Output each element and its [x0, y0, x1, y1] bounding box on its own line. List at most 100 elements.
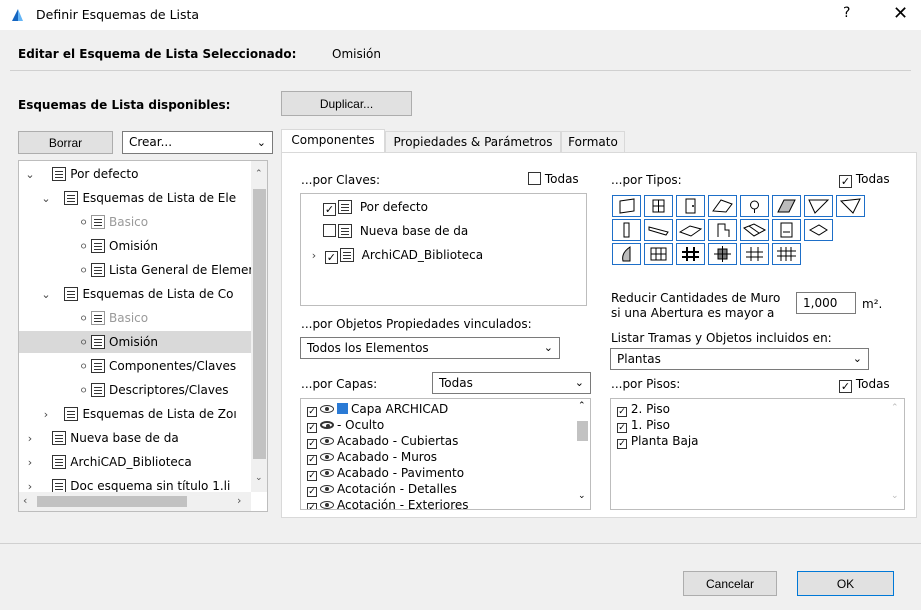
pisos-todas-checkbox[interactable]: ✓ Todas: [839, 377, 890, 393]
grid-type-icon[interactable]: [772, 243, 801, 265]
layer-item[interactable]: ✓ Acabado - Pavimento: [307, 465, 464, 481]
scrollbar-thumb[interactable]: [37, 496, 187, 507]
tree-item[interactable]: ⚪ Componentes/Claves: [79, 355, 236, 377]
story-item[interactable]: ✓ 2. Piso: [617, 401, 670, 417]
tree-item[interactable]: › Esquemas de Lista de Zoı: [39, 403, 237, 425]
scroll-right-icon[interactable]: ›: [237, 494, 241, 507]
scroll-down-icon[interactable]: ⌄: [578, 491, 586, 501]
cw-frame-type-icon[interactable]: [644, 243, 673, 265]
layer-item[interactable]: ✓ Acotación - Exteriores: [307, 497, 469, 509]
layer-item[interactable]: ✓ Acabado - Muros: [307, 449, 437, 465]
checkbox-checked[interactable]: ✓: [307, 487, 317, 497]
scroll-down-icon[interactable]: ⌄: [255, 473, 263, 483]
capas-dropdown[interactable]: Todas ⌄: [432, 372, 591, 394]
eye-icon[interactable]: [320, 485, 334, 493]
eye-icon[interactable]: [320, 405, 334, 413]
door-type-icon[interactable]: [676, 195, 705, 217]
cw-panel-type-icon[interactable]: [676, 243, 705, 265]
layer-item[interactable]: ✓ Acotación - Detalles: [307, 481, 457, 497]
schema-tree[interactable]: ⌄ Por defecto ⌄ Esquemas de Lista de Ele…: [18, 160, 268, 512]
ok-button[interactable]: OK: [797, 571, 894, 596]
tree-item-selected[interactable]: ⚪ Omisión: [19, 331, 251, 353]
mesh-type-icon[interactable]: [740, 219, 769, 241]
tab-formato[interactable]: Formato: [561, 131, 625, 153]
tree-item[interactable]: ⌄ Esquemas de Lista de Ele: [39, 187, 236, 209]
eye-icon[interactable]: [320, 501, 334, 509]
tree-item[interactable]: ⚪ Basico: [79, 307, 148, 329]
checkbox-checked[interactable]: ✓: [839, 175, 852, 188]
close-button[interactable]: ✕: [893, 3, 908, 24]
shell-type-icon[interactable]: [804, 195, 833, 217]
objetos-dropdown[interactable]: Todos los Elementos ⌄: [300, 337, 560, 359]
claves-todas-checkbox[interactable]: Todas: [528, 172, 579, 186]
tipos-todas-checkbox[interactable]: ✓ Todas: [839, 172, 890, 188]
column-type-icon[interactable]: [612, 219, 641, 241]
list-item[interactable]: › ✓ ArchiCAD_Biblioteca: [307, 244, 483, 266]
layer-item[interactable]: ✓ Acabado - Cubiertas: [307, 433, 458, 449]
list-item[interactable]: ✓ Por defecto: [323, 196, 428, 218]
checkbox-checked[interactable]: ✓: [839, 380, 852, 393]
slab-type-icon[interactable]: [676, 219, 705, 241]
checkbox-checked[interactable]: ✓: [617, 439, 627, 449]
scroll-up-icon[interactable]: ⌃: [578, 401, 586, 411]
checkbox-checked[interactable]: ✓: [307, 423, 317, 433]
scrollbar-thumb[interactable]: [577, 421, 588, 441]
listar-dropdown[interactable]: Plantas ⌄: [610, 348, 869, 370]
help-button[interactable]: ?: [843, 5, 850, 21]
curtain-wall-type-icon[interactable]: [612, 243, 641, 265]
hatch-type-icon[interactable]: [772, 195, 801, 217]
list-item[interactable]: Nueva base de da: [323, 220, 468, 242]
scroll-up-icon[interactable]: ⌃: [255, 169, 263, 179]
lamp-type-icon[interactable]: [740, 195, 769, 217]
roof-type-icon[interactable]: [708, 195, 737, 217]
scrollbar-thumb[interactable]: [253, 189, 266, 459]
crear-dropdown[interactable]: Crear... ⌄: [122, 131, 273, 154]
vertical-scrollbar[interactable]: ⌃ ⌄: [574, 399, 590, 509]
tree-item[interactable]: › Nueva base de da: [23, 427, 179, 449]
vertical-scrollbar[interactable]: ⌃ ⌄: [251, 161, 267, 492]
horizontal-scrollbar[interactable]: ‹ ›: [19, 492, 251, 511]
checkbox-checked[interactable]: ✓: [617, 423, 627, 433]
duplicar-button[interactable]: Duplicar...: [281, 91, 412, 116]
pisos-list[interactable]: ✓ 2. Piso ✓ 1. Piso ✓ Planta Baja ⌃ ⌄: [610, 398, 905, 510]
checkbox-checked[interactable]: ✓: [617, 407, 627, 417]
borrar-button[interactable]: Borrar: [18, 131, 113, 154]
claves-list[interactable]: ✓ Por defecto Nueva base de da › ✓ Archi…: [300, 193, 587, 306]
checkbox-unchecked[interactable]: [528, 172, 541, 185]
eye-icon[interactable]: [320, 469, 334, 477]
eye-icon[interactable]: [320, 453, 334, 461]
zone-type-icon[interactable]: [772, 219, 801, 241]
checkbox-checked[interactable]: ✓: [323, 203, 336, 216]
checkbox-checked[interactable]: ✓: [307, 407, 317, 417]
scroll-left-icon[interactable]: ‹: [23, 494, 27, 507]
checkbox-checked[interactable]: ✓: [307, 439, 317, 449]
tree-item[interactable]: ⚪ Basico: [79, 211, 148, 233]
stair-type-icon[interactable]: [804, 219, 833, 241]
cancel-button[interactable]: Cancelar: [683, 571, 777, 596]
checkbox-checked[interactable]: ✓: [307, 455, 317, 465]
scroll-up-icon[interactable]: ⌃: [891, 403, 899, 413]
eye-icon[interactable]: [320, 437, 334, 445]
object-type-icon[interactable]: [708, 219, 737, 241]
checkbox-checked[interactable]: ✓: [324, 251, 338, 264]
cw-accessory-type-icon[interactable]: [740, 243, 769, 265]
morph-type-icon[interactable]: [836, 195, 865, 217]
story-item[interactable]: ✓ 1. Piso: [617, 417, 670, 433]
beam-type-icon[interactable]: [644, 219, 673, 241]
tree-item[interactable]: › ArchiCAD_Biblioteca: [23, 451, 192, 473]
layer-item[interactable]: ✓ - Oculto: [307, 417, 384, 433]
tab-componentes[interactable]: Componentes: [281, 129, 385, 153]
tree-item[interactable]: ⚪ Omisión: [79, 235, 158, 257]
tree-item[interactable]: ⚪ Lista General de Elemer: [79, 259, 253, 281]
tree-item[interactable]: ⚪ Descriptores/Claves: [79, 379, 229, 401]
checkbox-checked[interactable]: ✓: [307, 471, 317, 481]
scroll-down-icon[interactable]: ⌄: [891, 491, 899, 501]
tab-propiedades[interactable]: Propiedades & Parámetros: [385, 131, 561, 153]
window-type-icon[interactable]: [644, 195, 673, 217]
reducir-input[interactable]: 1,000: [796, 292, 856, 314]
checkbox-checked[interactable]: ✓: [307, 503, 317, 509]
story-item[interactable]: ✓ Planta Baja: [617, 433, 699, 449]
checkbox-unchecked[interactable]: [323, 224, 336, 237]
layer-item[interactable]: ✓ Capa ARCHICAD: [307, 401, 448, 417]
capas-list[interactable]: ✓ Capa ARCHICAD ✓ - Oculto ✓ Acabado - Cubi…: [300, 398, 591, 510]
